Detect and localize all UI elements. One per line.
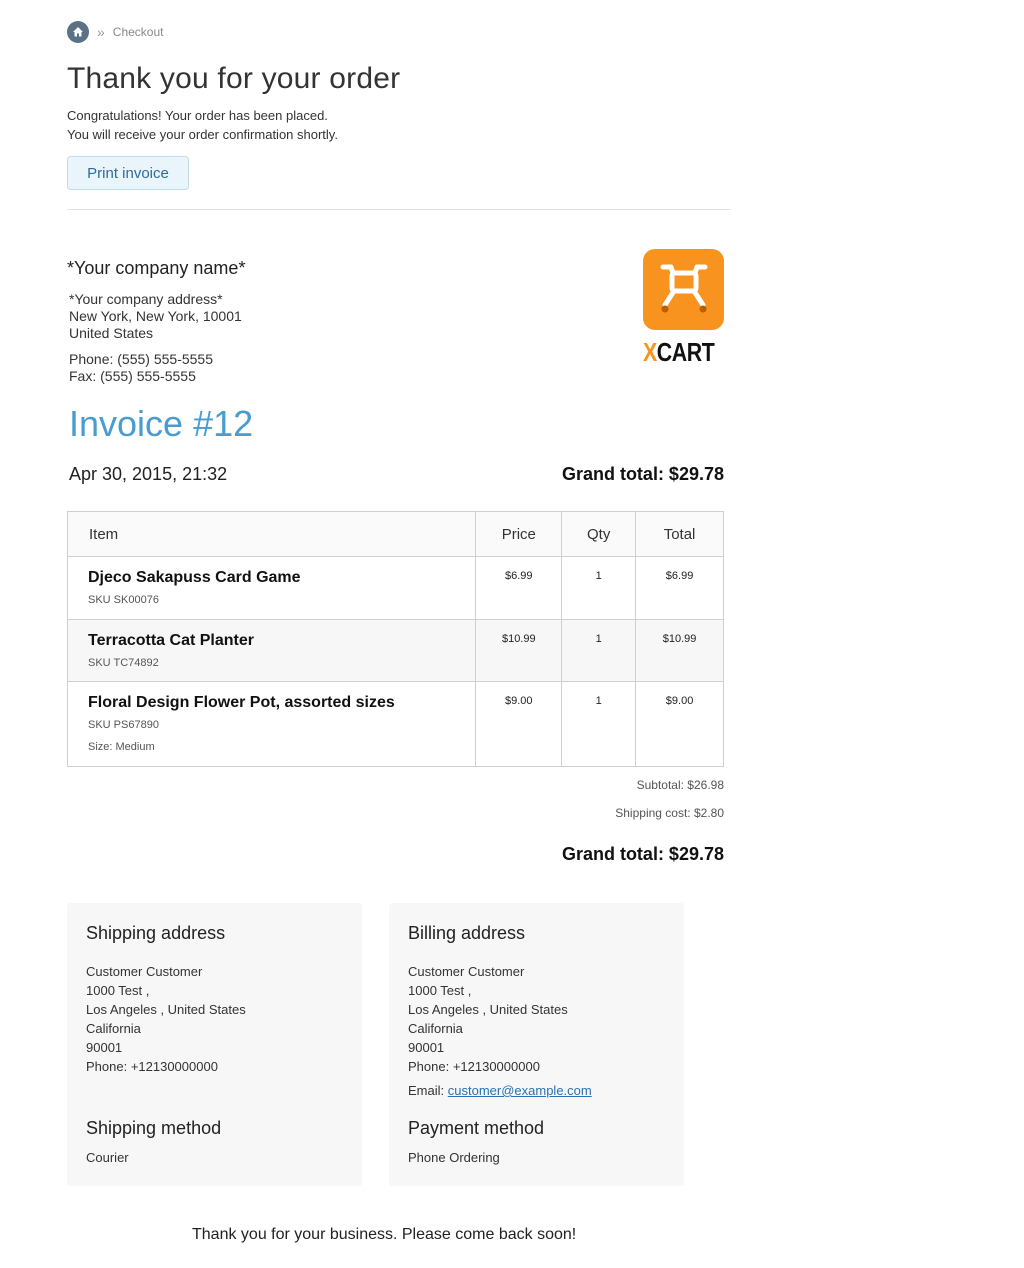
address-state: California bbox=[86, 1021, 141, 1036]
thank-you-footer: Thank you for your business. Please come… bbox=[192, 1226, 577, 1243]
logo-wordmark: XCART bbox=[643, 337, 715, 367]
column-header-qty: Qty bbox=[561, 511, 637, 557]
order-confirmation-message: Congratulations! Your order has been pla… bbox=[67, 106, 338, 144]
payment-method-title: Payment method bbox=[408, 1118, 545, 1138]
item-qty: 1 bbox=[561, 619, 637, 682]
company-address-line: United States bbox=[69, 325, 154, 341]
address-name: Customer Customer bbox=[86, 964, 203, 979]
item-sku: SKU PS67890 bbox=[88, 719, 159, 731]
message-line: Congratulations! Your order has been pla… bbox=[67, 108, 328, 123]
item-cell: Djeco Sakapuss Card Game SKU SK00076 bbox=[66, 556, 477, 620]
shipping-address-lines: Customer Customer 1000 Test , Los Angele… bbox=[86, 962, 343, 1076]
item-name: Djeco Sakapuss Card Game bbox=[88, 569, 301, 586]
item-price: $6.99 bbox=[475, 556, 563, 620]
company-phone: Phone: (555) 555-5555 bbox=[69, 351, 213, 367]
address-city: Los Angeles , United States bbox=[86, 1002, 246, 1017]
address-zip: 90001 bbox=[408, 1040, 445, 1055]
payment-method-value: Phone Ordering bbox=[408, 1150, 500, 1165]
breadcrumb-current: Checkout bbox=[112, 25, 164, 39]
item-qty: 1 bbox=[561, 556, 637, 620]
company-address: *Your company address* New York, New Yor… bbox=[69, 291, 242, 342]
home-icon[interactable] bbox=[67, 21, 89, 43]
order-items-table: Item Price Qty Total Djeco Sakapuss Card… bbox=[66, 511, 724, 767]
company-contact: Phone: (555) 555-5555 Fax: (555) 555-555… bbox=[69, 351, 213, 385]
message-line: You will receive your order confirmation… bbox=[67, 127, 338, 142]
shipping-method-title: Shipping method bbox=[86, 1118, 222, 1138]
shipping-address-title: Shipping address bbox=[86, 923, 226, 943]
item-total: $9.00 bbox=[635, 681, 724, 767]
table-row: Djeco Sakapuss Card Game SKU SK00076 $6.… bbox=[66, 556, 724, 620]
divider bbox=[67, 209, 731, 210]
address-phone: Phone: +12130000000 bbox=[408, 1059, 540, 1074]
company-name: *Your company name* bbox=[67, 258, 246, 278]
address-city: Los Angeles , United States bbox=[408, 1002, 568, 1017]
column-header-total: Total bbox=[635, 511, 724, 557]
item-sku: SKU TC74892 bbox=[88, 657, 159, 669]
email-label: Email: bbox=[408, 1083, 445, 1098]
item-name: Floral Design Flower Pot, assorted sizes bbox=[88, 694, 395, 711]
company-address-line: *Your company address* bbox=[69, 291, 223, 307]
breadcrumb: » Checkout bbox=[67, 21, 164, 43]
logo-wordmark-x: X bbox=[643, 337, 657, 367]
grand-total-top: Grand total: $29.78 bbox=[561, 464, 724, 484]
billing-email-row: Email: customer@example.com bbox=[408, 1081, 665, 1100]
subtotal: Subtotal: $26.98 bbox=[636, 778, 724, 792]
item-qty: 1 bbox=[561, 681, 637, 767]
logo-wordmark-rest: CART bbox=[656, 337, 715, 367]
address-zip: 90001 bbox=[86, 1040, 123, 1055]
item-name: Terracotta Cat Planter bbox=[88, 632, 254, 649]
item-total: $10.99 bbox=[635, 619, 724, 682]
company-address-line: New York, New York, 10001 bbox=[69, 308, 242, 324]
item-price: $9.00 bbox=[475, 681, 563, 767]
billing-address-lines: Customer Customer 1000 Test , Los Angele… bbox=[408, 962, 665, 1076]
address-state: California bbox=[408, 1021, 463, 1036]
address-street: 1000 Test , bbox=[408, 983, 472, 998]
company-fax: Fax: (555) 555-5555 bbox=[69, 368, 196, 384]
shipping-cost: Shipping cost: $2.80 bbox=[615, 806, 724, 820]
item-total: $6.99 bbox=[635, 556, 724, 620]
table-row: Terracotta Cat Planter SKU TC74892 $10.9… bbox=[66, 619, 724, 682]
shipping-method-value: Courier bbox=[86, 1150, 129, 1165]
grand-total-bottom: Grand total: $29.78 bbox=[561, 844, 724, 864]
address-phone: Phone: +12130000000 bbox=[86, 1059, 218, 1074]
invoice-title: Invoice #12 bbox=[69, 403, 254, 444]
address-name: Customer Customer bbox=[408, 964, 525, 979]
page-title: Thank you for your order bbox=[67, 62, 401, 95]
billing-address-box: Billing address Customer Customer 1000 T… bbox=[389, 903, 684, 1186]
column-header-item: Item bbox=[66, 511, 477, 557]
column-header-price: Price bbox=[475, 511, 563, 557]
email-link[interactable]: customer@example.com bbox=[448, 1083, 592, 1098]
item-cell: Terracotta Cat Planter SKU TC74892 bbox=[66, 619, 477, 682]
item-attribute: Size: Medium bbox=[88, 741, 155, 753]
item-sku: SKU SK00076 bbox=[88, 594, 159, 606]
invoice-date: Apr 30, 2015, 21:32 bbox=[69, 464, 228, 484]
xcart-logo: XCART bbox=[643, 249, 725, 366]
address-street: 1000 Test , bbox=[86, 983, 150, 998]
breadcrumb-separator: » bbox=[97, 24, 105, 40]
shipping-address-box: Shipping address Customer Customer 1000 … bbox=[67, 903, 362, 1186]
cart-logo-icon bbox=[643, 249, 724, 330]
billing-address-title: Billing address bbox=[408, 923, 526, 943]
item-cell: Floral Design Flower Pot, assorted sizes… bbox=[66, 681, 477, 767]
print-invoice-button[interactable]: Print invoice bbox=[67, 156, 189, 190]
item-price: $10.99 bbox=[475, 619, 563, 682]
table-row: Floral Design Flower Pot, assorted sizes… bbox=[66, 681, 724, 767]
table-header-row: Item Price Qty Total bbox=[66, 511, 724, 557]
